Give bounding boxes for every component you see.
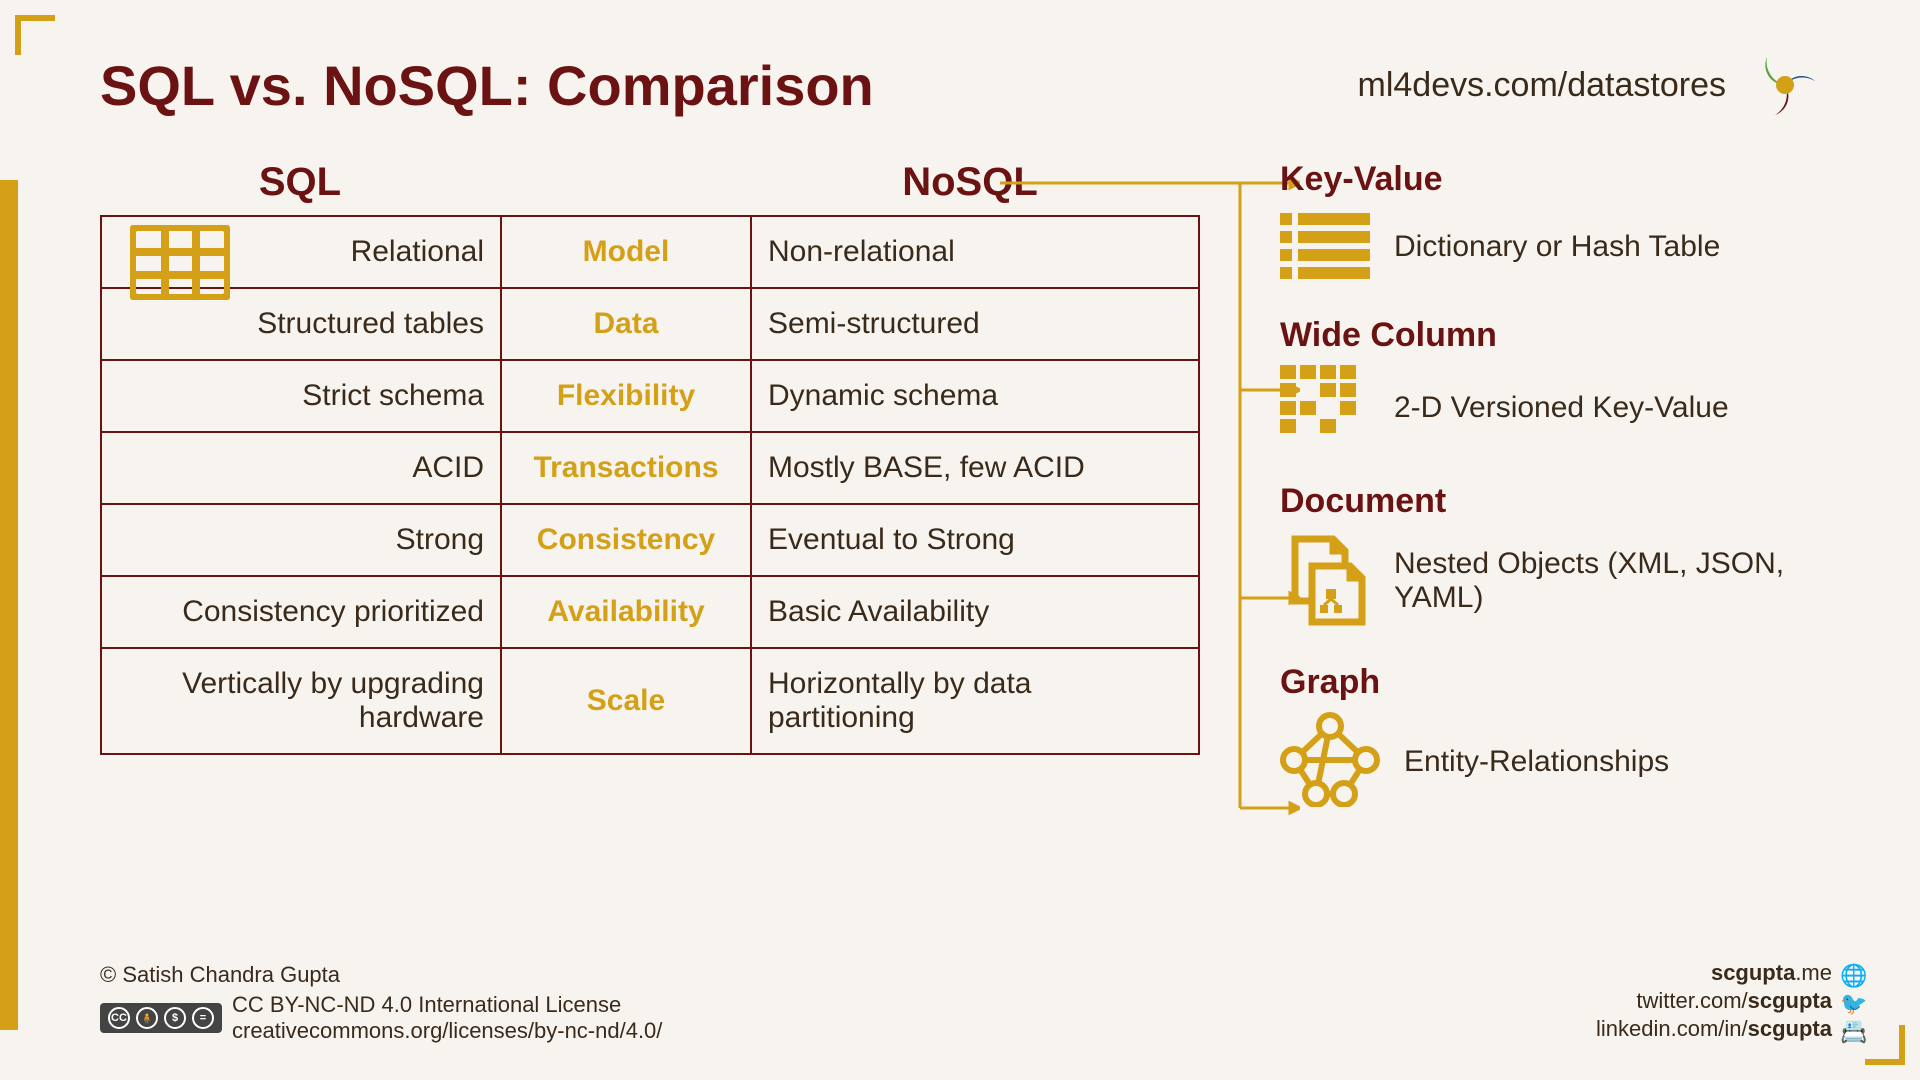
graph-icon <box>1280 712 1380 812</box>
cell-key: Scale <box>502 649 752 753</box>
type-desc: Entity-Relationships <box>1404 745 1669 779</box>
footer-left: © Satish Chandra Gupta CC🧍$= CC BY-NC-ND… <box>100 962 662 1044</box>
page-title: SQL vs. NoSQL: Comparison <box>100 53 874 118</box>
type-block: Document Nested Objects (XML, JSON, YAML) <box>1280 482 1840 631</box>
cell-sql: Vertically by upgrading hardware <box>102 649 502 753</box>
wide-column-icon <box>1280 365 1370 450</box>
header: SQL vs. NoSQL: Comparison ml4devs.com/da… <box>100 50 1820 120</box>
nosql-types: Key-Value Dictionary or Hash Table Wide Co… <box>1280 160 1840 844</box>
type-desc: 2-D Versioned Key-Value <box>1394 391 1729 425</box>
cell-key: Availability <box>502 577 752 647</box>
cc-badge-icon: CC🧍$= <box>100 1003 222 1033</box>
cell-sql: Strict schema <box>102 361 502 431</box>
type-block: Graph Entity-Relationships <box>1280 663 1840 812</box>
connector-lines <box>1000 178 1300 858</box>
cell-key: Consistency <box>502 505 752 575</box>
type-desc: Dictionary or Hash Table <box>1394 230 1720 264</box>
linkedin-icon: 📇 <box>1840 1019 1860 1039</box>
type-title: Graph <box>1280 663 1840 702</box>
type-title: Document <box>1280 482 1840 521</box>
twitter-icon: 🐦 <box>1840 991 1860 1011</box>
cell-key: Transactions <box>502 433 752 503</box>
type-block: Wide Column 2-D Versioned Key-Value <box>1280 316 1840 450</box>
type-title: Wide Column <box>1280 316 1840 355</box>
edge-left-bar <box>0 180 18 1030</box>
type-block: Key-Value Dictionary or Hash Table <box>1280 160 1840 284</box>
header-link: ml4devs.com/datastores <box>1358 66 1727 105</box>
corner-top-left <box>15 15 55 55</box>
cell-key: Flexibility <box>502 361 752 431</box>
col-sql-header: SQL <box>100 160 500 205</box>
license-url: creativecommons.org/licenses/by-nc-nd/4.… <box>232 1018 662 1044</box>
corner-bottom-right <box>1865 1025 1905 1065</box>
license-row: CC🧍$= CC BY-NC-ND 4.0 International Lice… <box>100 992 662 1044</box>
table-grid-icon <box>130 225 230 305</box>
key-value-icon <box>1280 209 1370 284</box>
cell-key: Model <box>502 217 752 287</box>
globe-icon: 🌐 <box>1840 963 1860 983</box>
copyright: © Satish Chandra Gupta <box>100 962 662 988</box>
footer-right: scgupta.me🌐 twitter.com/scgupta🐦 linkedi… <box>1596 958 1860 1044</box>
header-right: ml4devs.com/datastores <box>1358 50 1821 120</box>
brand-logo-icon <box>1750 50 1820 120</box>
cell-sql: ACID <box>102 433 502 503</box>
document-icon <box>1280 531 1370 631</box>
cell-sql: Consistency prioritized <box>102 577 502 647</box>
cell-key: Data <box>502 289 752 359</box>
cell-sql: Strong <box>102 505 502 575</box>
type-desc: Nested Objects (XML, JSON, YAML) <box>1394 547 1840 615</box>
type-title: Key-Value <box>1280 160 1840 199</box>
license-name: CC BY-NC-ND 4.0 International License <box>232 992 662 1018</box>
